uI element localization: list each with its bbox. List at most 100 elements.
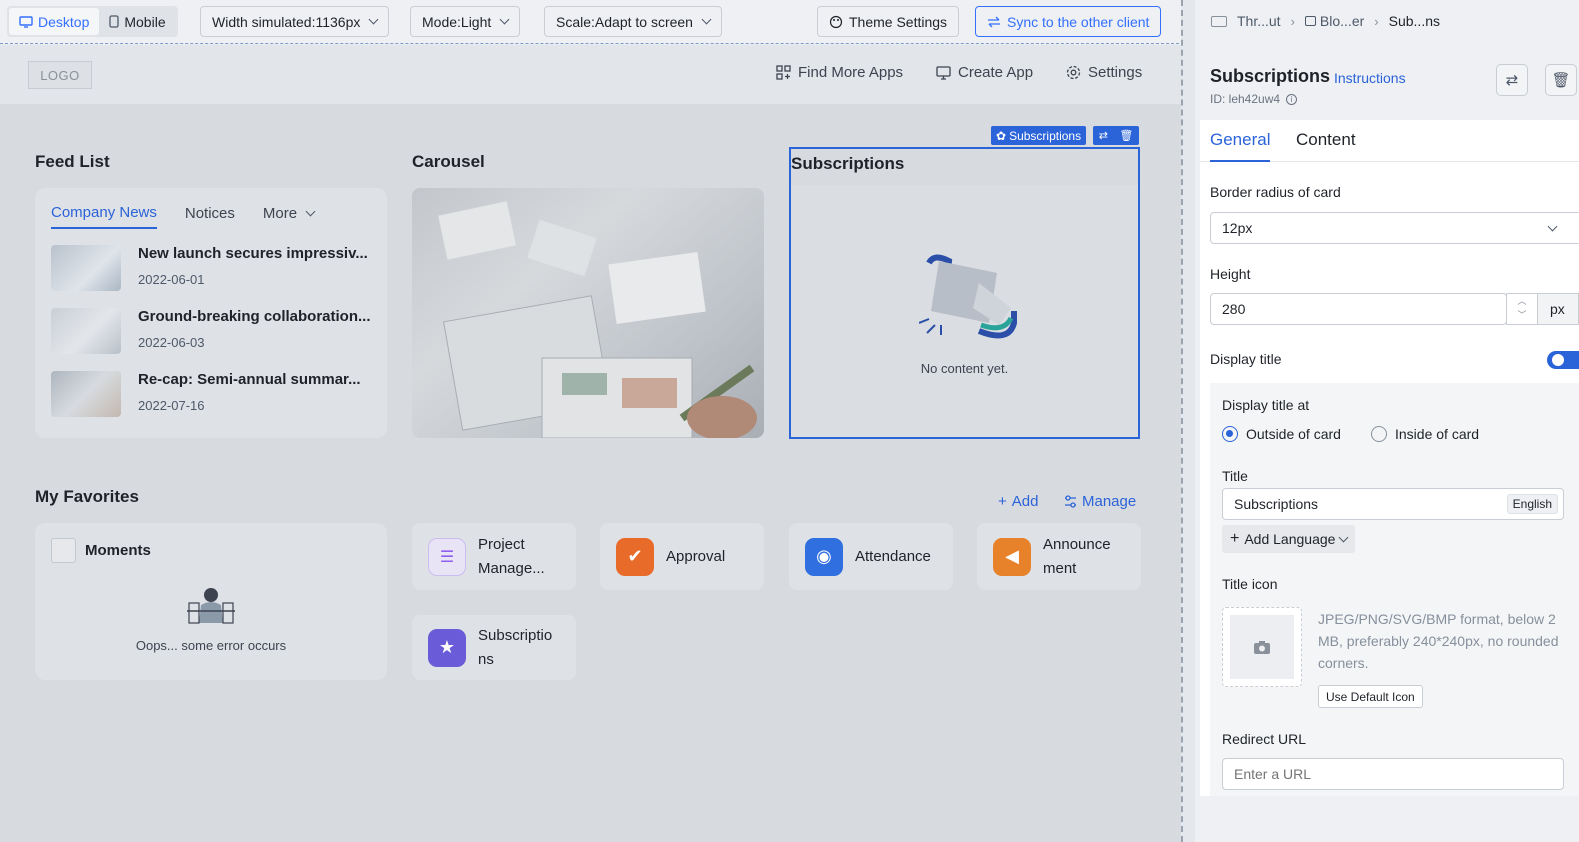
scale-label: Scale:Adapt to screen [556,13,693,30]
tab-notices[interactable]: Notices [185,204,235,229]
favorite-app-approval[interactable]: ✔ Approval [600,523,764,590]
feed-item-title: New launch secures impressiv... [138,245,368,262]
moments-title: Moments [85,542,151,559]
title-input-value: Subscriptions [1234,496,1319,512]
scale-select[interactable]: Scale:Adapt to screen [544,6,722,37]
block-id: ID: leh42uw4 i [1210,92,1298,106]
subscriptions-star-icon: ★ [428,628,466,667]
preview-toolbar: Desktop Mobile Width simulated:1136px Mo… [0,0,1184,44]
add-language-button[interactable]: + Add Language [1222,525,1356,553]
add-language-label: Add Language [1244,531,1336,547]
add-label: Add [1011,493,1039,510]
desktop-option[interactable]: Desktop [9,8,100,35]
create-app-link[interactable]: Create App [936,64,1033,81]
radio-inside-card[interactable]: Inside of card [1371,426,1479,442]
tab-content[interactable]: Content [1296,130,1356,160]
tab-more[interactable]: More [263,204,316,229]
tab-company-news[interactable]: Company News [51,204,157,229]
feed-tabs: Company News Notices More [51,204,316,229]
delete-block-button[interactable]: 🗑 [1545,64,1577,96]
height-stepper[interactable]: ︿ ﹀ [1506,293,1538,325]
feed-item[interactable]: New launch secures impressiv... 2022-06-0… [51,245,372,291]
title-field-label: Title [1222,468,1248,484]
trash-icon: 🗑 [1551,72,1571,89]
swap-icon: ⇄ [1505,72,1519,89]
display-title-toggle[interactable] [1547,351,1579,369]
favorite-app-label: Approval [666,547,726,565]
preview-canvas: LOGO Find More Apps Create App Settings … [0,45,1181,842]
desktop-icon [19,15,33,28]
panel-title: Subscriptions [1210,66,1331,86]
favorite-app-project-management[interactable]: ☰ Project Manage... [412,523,576,590]
height-label: Height [1210,266,1251,282]
resize-handle[interactable] [1181,0,1195,842]
feed-item-title: Ground-breaking collaboration... [138,308,371,325]
radio-unselected-icon [1371,426,1387,442]
trash-icon[interactable]: 🗑 [1119,129,1133,142]
theme-settings-button[interactable]: Theme Settings [817,6,960,37]
swap-icon [988,16,1000,27]
swap-block-button[interactable]: ⇄ [1496,64,1528,96]
title-input[interactable]: Subscriptions English [1222,488,1564,520]
monitor-icon [936,65,951,80]
manage-favorites-button[interactable]: Manage [1064,493,1136,510]
mode-select[interactable]: Mode:Light [410,6,521,37]
moments-icon [51,538,76,563]
carousel-image[interactable] [412,188,764,438]
favorites-title: My Favorites [35,487,139,506]
camera-icon [1230,615,1294,679]
favorite-app-attendance[interactable]: ◉ Attendance [789,523,953,590]
find-more-apps-label: Find More Apps [798,64,904,81]
favorite-app-label: Attendance [855,547,931,565]
info-icon[interactable]: i [1286,93,1298,105]
redirect-url-input[interactable] [1222,758,1564,790]
display-title-label: Display title [1210,351,1282,367]
favorite-app-subscriptions[interactable]: ★ Subscriptio ns [412,615,576,680]
language-tag: English [1506,494,1558,514]
mode-label: Mode:Light [422,13,492,30]
chevron-up-icon[interactable]: ︿ [1507,294,1537,308]
feed-item[interactable]: Re-cap: Semi-annual summar... 2022-07-16 [51,371,372,417]
feed-thumbnail [51,245,121,291]
radio-outside-card[interactable]: Outside of card [1222,426,1341,442]
breadcrumb-item[interactable]: Thr...ut [1237,13,1281,29]
feed-item[interactable]: Ground-breaking collaboration... 2022-06-… [51,308,372,354]
tab-general[interactable]: General [1210,130,1271,162]
redirect-url-label: Redirect URL [1222,731,1307,747]
width-select[interactable]: Width simulated:1136px [200,6,390,37]
border-radius-select[interactable]: 12px [1210,212,1579,244]
feed-item-date: 2022-06-01 [138,272,205,287]
sync-button[interactable]: Sync to the other client [975,6,1162,37]
selected-block-badge[interactable]: ✿ Subscriptions [991,126,1087,145]
chevron-down-icon [1338,532,1349,542]
settings-link[interactable]: Settings [1066,64,1142,81]
project-management-icon: ☰ [428,537,466,576]
icon-upload-area[interactable] [1222,607,1302,687]
radio-label: Inside of card [1395,426,1480,442]
use-default-icon-button[interactable]: Use Default Icon [1318,685,1423,708]
carousel-picture [438,201,757,438]
add-favorite-button[interactable]: + Add [998,493,1038,510]
find-more-apps-link[interactable]: Find More Apps [776,64,903,81]
height-input[interactable]: 280 [1210,293,1507,325]
chevron-down-icon[interactable]: ﹀ [1507,308,1537,322]
swap-icon[interactable]: ⇄ [1099,129,1108,142]
layout-icon [1211,15,1227,27]
chevron-down-icon [305,206,316,217]
subscriptions-block[interactable]: Subscriptions No content yet. [789,147,1140,439]
icon-hint-text: JPEG/PNG/SVG/BMP format, below 2 MB, pre… [1318,611,1559,671]
radio-label: Outside of card [1246,426,1341,442]
favorite-app-announcement[interactable]: ◀ Announce ment [977,523,1141,590]
manage-label: Manage [1082,493,1137,510]
chevron-right-icon: › [1374,13,1379,29]
feed-thumbnail [51,308,121,354]
breadcrumb-item[interactable]: Blo...er [1320,13,1364,29]
border-radius-value: 12px [1222,220,1253,236]
display-title-at-label: Display title at [1222,397,1310,413]
settings-panel: Thr...ut › Blo...er › Sub...ns Subscript… [1195,0,1579,842]
subscriptions-card: No content yet. [791,185,1138,437]
mobile-option[interactable]: Mobile [99,8,175,35]
instructions-link[interactable]: Instructions [1334,70,1406,86]
chevron-down-icon [1547,221,1558,231]
create-app-label: Create App [958,64,1034,81]
